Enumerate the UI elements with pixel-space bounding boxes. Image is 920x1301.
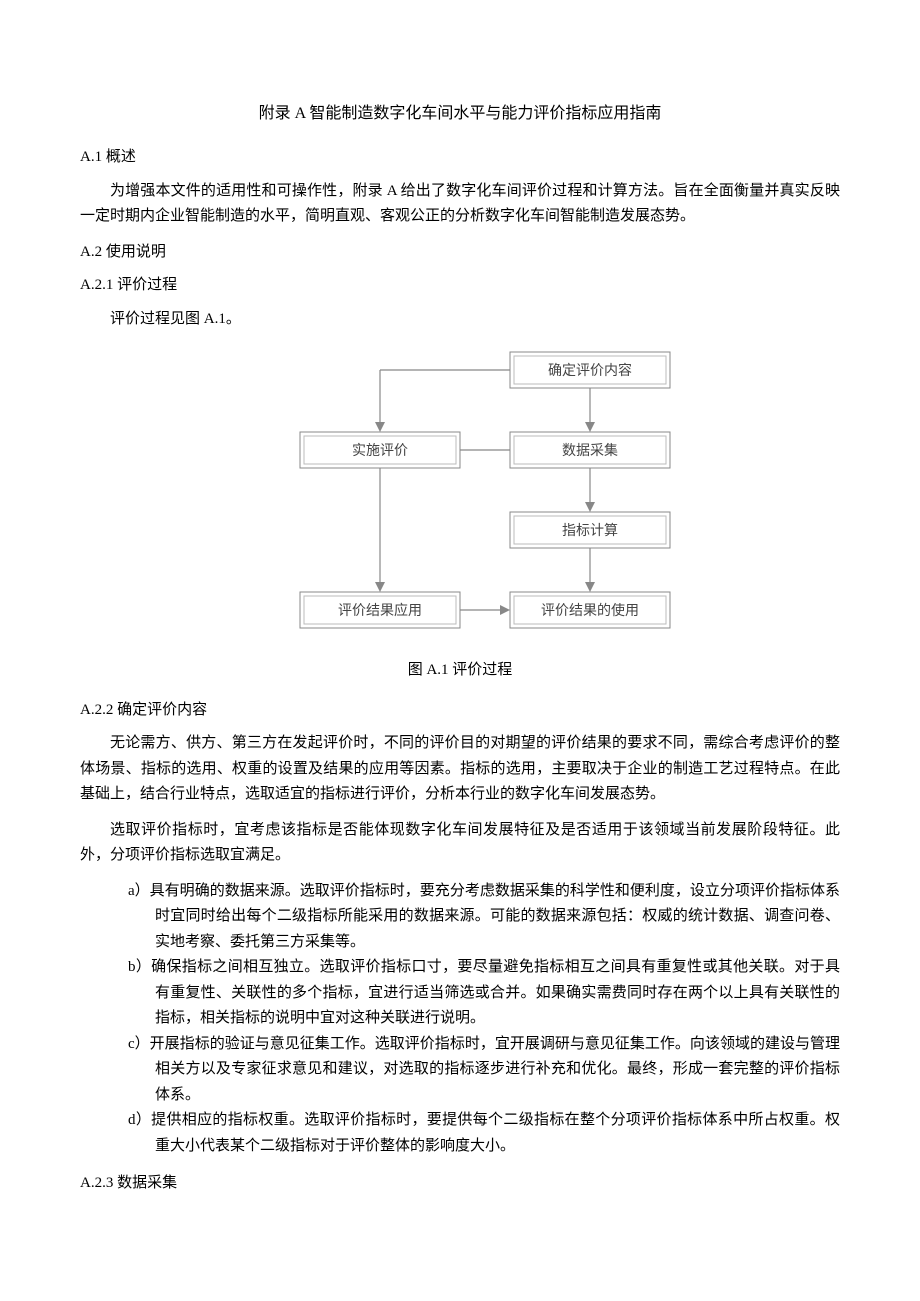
- fig-node-5: 评价结果应用: [338, 602, 422, 619]
- doc-title: 附录 A 智能制造数字化车间水平与能力评价指标应用指南: [80, 100, 840, 127]
- list-a22: a）具有明确的数据来源。选取评价指标时，要充分考虑数据采集的科学性和便利度，设立…: [80, 879, 840, 1160]
- heading-a21: A.2.1 评价过程: [80, 273, 840, 299]
- para-a21: 评价过程见图 A.1。: [80, 307, 840, 333]
- fig-node-6: 评价结果的使用: [541, 602, 639, 619]
- list-item-c: c）开展指标的验证与意见征集工作。选取评价指标时，宜开展调研与意见征集工作。向该…: [128, 1032, 840, 1109]
- figure-a1-caption: 图 A.1 评价过程: [80, 658, 840, 684]
- figure-a1: 确定评价内容 实施评价 数据采集 指标计算 评价结果应用 评价结果的使用: [80, 342, 840, 652]
- fig-node-3: 数据采集: [562, 442, 618, 459]
- fig-node-4: 指标计算: [562, 523, 618, 539]
- heading-a22: A.2.2 确定评价内容: [80, 698, 840, 724]
- para-a22-2: 选取评价指标时，宜考虑该指标是否能体现数字化车间发展特征及是否适用于该领域当前发…: [80, 818, 840, 869]
- list-item-a: a）具有明确的数据来源。选取评价指标时，要充分考虑数据采集的科学性和便利度，设立…: [128, 879, 840, 956]
- para-a1: 为增强本文件的适用性和可操作性，附录 A 给出了数字化车间评价过程和计算方法。旨…: [80, 179, 840, 230]
- list-item-b: b）确保指标之间相互独立。选取评价指标口寸，要尽量避免指标相互之间具有重复性或其…: [128, 955, 840, 1032]
- heading-a23: A.2.3 数据采集: [80, 1171, 840, 1197]
- fig-node-1: 确定评价内容: [548, 362, 632, 379]
- list-item-d: d）提供相应的指标权重。选取评价指标时，要提供每个二级指标在整个分项评价指标体系…: [128, 1108, 840, 1159]
- heading-a1: A.1 概述: [80, 145, 840, 171]
- fig-node-2: 实施评价: [352, 443, 408, 459]
- para-a22-1: 无论需方、供方、第三方在发起评价时，不同的评价目的对期望的评价结果的要求不同，需…: [80, 731, 840, 808]
- heading-a2: A.2 使用说明: [80, 240, 840, 266]
